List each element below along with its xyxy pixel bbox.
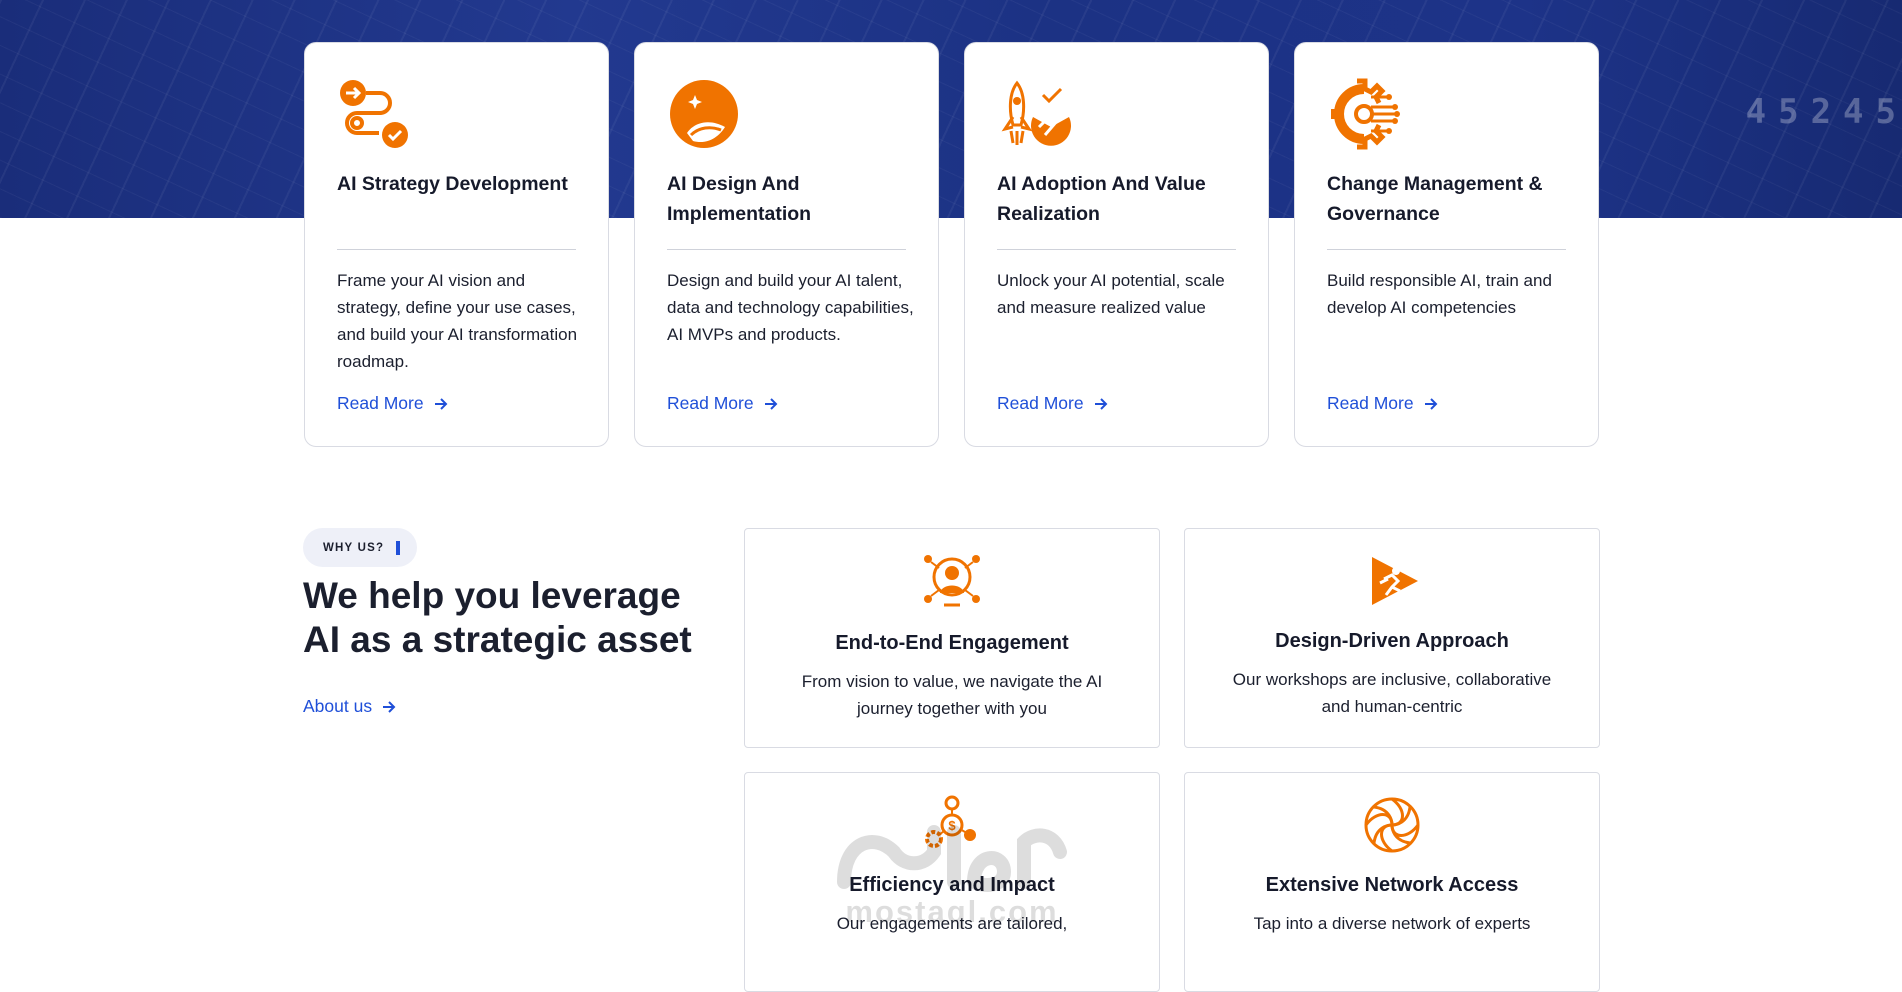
feature-title: Efficiency and Impact [849,874,1055,896]
divider [337,249,576,250]
read-more-link[interactable]: Read More [667,393,778,414]
gear-circuit-icon [1331,78,1400,150]
read-more-label: Read More [337,393,424,413]
service-card-strategy: AI Strategy Development Frame your AI vi… [304,42,609,447]
about-us-link[interactable]: About us [303,696,396,717]
arrow-right-icon [764,397,777,410]
service-description: Unlock your AI potential, scale and meas… [997,271,1225,317]
feature-description: Tap into a diverse network of experts [1253,914,1531,933]
service-title: AI Design And Implementation [667,173,812,225]
arrow-right-icon [383,700,396,713]
badge-accent-bar [396,540,401,555]
feature-card-network: Extensive Network Access Tap into a dive… [1184,772,1600,992]
about-us-label: About us [303,696,373,716]
feature-card-engagement: End-to-End Engagement From vision to val… [744,528,1160,748]
rocket-growth-icon [1001,80,1071,146]
why-us-badge-label: WHY US? [323,541,385,554]
hero-banner: 45245 [0,0,1902,218]
arrow-right-icon [1094,397,1107,410]
service-title: AI Adoption And Value Realization [997,173,1206,225]
service-card-adoption: AI Adoption And Value Realization Unlock… [964,42,1269,447]
feature-title: End-to-End Engagement [835,632,1069,654]
feature-title: Design-Driven Approach [1275,630,1509,652]
feature-description: From vision to value, we navigate the AI… [801,672,1103,718]
read-more-label: Read More [1327,393,1414,413]
why-us-heading: We help you leverage AI as a strategic a… [303,575,692,660]
runner-triangle-icon [1372,557,1418,605]
why-us-badge: WHY US? [303,528,417,567]
divider [667,249,906,250]
svg-text:$: $ [948,818,956,833]
service-card-design: AI Design And Implementation Design and … [634,42,939,447]
read-more-label: Read More [667,393,754,413]
arrow-right-icon [434,397,447,410]
service-card-governance: Change Management & Governance Build res… [1294,42,1599,447]
arrow-right-icon [1424,397,1437,410]
feature-card-efficiency: $ Efficiency and Impact Our engagements … [744,772,1160,992]
feature-description: Our workshops are inclusive, collaborati… [1232,670,1552,716]
service-description: Frame your AI vision and strategy, defin… [337,271,578,371]
divider [997,249,1236,250]
service-title: Change Management & Governance [1327,173,1543,225]
feature-description: Our engagements are tailored, [836,914,1068,933]
divider [1327,249,1566,250]
design-bowl-icon [670,80,738,148]
strategy-path-icon [340,80,408,148]
read-more-link[interactable]: Read More [1327,393,1438,414]
service-description: Design and build your AI talent, data an… [667,271,914,344]
feature-title: Extensive Network Access [1265,874,1519,896]
read-more-link[interactable]: Read More [337,393,448,414]
hero-background-numbers: 45245 [1745,92,1902,132]
network-person-icon [924,555,980,607]
feature-card-design-driven: Design-Driven Approach Our workshops are… [1184,528,1600,748]
spiral-icon [1364,797,1420,853]
service-description: Build responsible AI, train and develop … [1327,271,1552,317]
read-more-link[interactable]: Read More [997,393,1108,414]
gears-money-icon: $ [925,795,976,848]
read-more-label: Read More [997,393,1084,413]
service-title: AI Strategy Development [337,173,568,195]
